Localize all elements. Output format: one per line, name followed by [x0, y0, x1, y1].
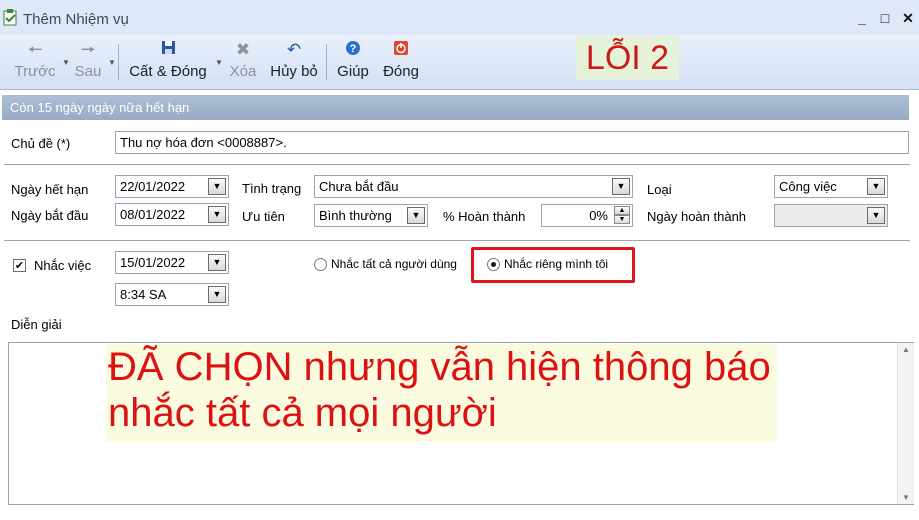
due-date-picker[interactable]: 22/01/2022 ▼ [115, 175, 229, 198]
maximize-icon[interactable]: □ [875, 8, 895, 28]
close-icon[interactable]: ✕ [898, 8, 918, 28]
complete-date-label: Ngày hoàn thành [647, 209, 747, 224]
close-button[interactable]: Đóng [380, 40, 422, 84]
due-date-value: 22/01/2022 [120, 179, 186, 194]
remind-all-label: Nhắc tất cả người dùng [331, 257, 457, 271]
scroll-down-icon[interactable]: ▼ [902, 493, 910, 502]
save-dropdown-icon[interactable]: ▼ [215, 58, 223, 67]
task-app-icon [3, 9, 18, 26]
spin-down-icon[interactable]: ▼ [614, 215, 630, 224]
save-close-button[interactable]: Cất & Đóng [126, 40, 210, 84]
annotation-note: ĐÃ CHỌN nhưng vẫn hiện thông báo nhắc tấ… [106, 344, 777, 442]
type-select[interactable]: Công việc ▼ [774, 175, 888, 198]
next-button[interactable]: 🠖 Sau [73, 40, 103, 84]
chevron-down-icon[interactable]: ▼ [208, 286, 226, 303]
cancel-button[interactable]: ↶ Hủy bỏ [268, 40, 320, 84]
spin-up-icon[interactable]: ▲ [614, 206, 630, 215]
reminder-checkbox[interactable]: ✔ [13, 259, 26, 272]
back-dropdown-icon[interactable]: ▼ [62, 58, 70, 67]
subject-input[interactable]: Thu nợ hóa đơn <0008887>. [115, 131, 909, 154]
subject-label: Chủ đề (*) [11, 136, 71, 151]
spinner-arrows[interactable]: ▲ ▼ [614, 206, 630, 225]
divider [4, 240, 910, 241]
reminder-date-picker[interactable]: 15/01/2022 ▼ [115, 251, 229, 274]
save-icon [126, 40, 210, 60]
status-value: Chưa bắt đầu [319, 179, 399, 194]
due-date-label: Ngày hết hạn [11, 182, 89, 197]
chevron-down-icon[interactable]: ▼ [208, 206, 226, 223]
chevron-down-icon[interactable]: ▼ [867, 178, 885, 195]
power-icon [380, 40, 422, 60]
priority-value: Bình thường [319, 208, 392, 223]
description-label: Diễn giải [11, 317, 62, 332]
arrow-left-icon: 🠔 [27, 40, 43, 59]
delete-x-icon: ✖ [235, 40, 251, 59]
complete-date-picker[interactable]: ▼ [774, 204, 888, 227]
help-icon: ? [334, 40, 372, 60]
chevron-down-icon[interactable]: ▼ [208, 178, 226, 195]
window-title: Thêm Nhiệm vụ [23, 11, 129, 28]
chevron-down-icon[interactable]: ▼ [407, 207, 425, 224]
reminder-label: Nhắc việc [34, 258, 92, 273]
chevron-down-icon[interactable]: ▼ [867, 207, 885, 224]
back-button[interactable]: 🠔 Trước [14, 40, 56, 84]
type-value: Công việc [779, 179, 837, 194]
next-dropdown-icon[interactable]: ▼ [108, 58, 116, 67]
divider [4, 164, 910, 165]
chevron-down-icon[interactable]: ▼ [208, 254, 226, 271]
status-label: Tình trạng [242, 181, 302, 196]
arrow-right-icon: 🠖 [80, 40, 96, 59]
help-button[interactable]: ? Giúp [334, 40, 372, 84]
priority-select[interactable]: Bình thường ▼ [314, 204, 428, 227]
toolbar-separator [118, 44, 119, 80]
reminder-date-value: 15/01/2022 [120, 255, 186, 270]
due-status-strip: Còn 15 ngày ngày nữa hết hạn [2, 95, 909, 120]
highlight-box [471, 247, 635, 283]
delete-button[interactable]: ✖ Xóa [227, 40, 259, 84]
chevron-down-icon[interactable]: ▼ [612, 178, 630, 195]
reminder-time-picker[interactable]: 8:34 SA ▼ [115, 283, 229, 306]
percent-label: % Hoàn thành [443, 209, 526, 224]
start-date-label: Ngày bắt đầu [11, 208, 89, 223]
percent-spinner[interactable]: 0% ▲ ▼ [541, 204, 633, 227]
scroll-up-icon[interactable]: ▲ [902, 345, 910, 354]
minimize-icon[interactable]: _ [852, 8, 872, 28]
toolbar-separator [326, 44, 327, 80]
status-select[interactable]: Chưa bắt đầu ▼ [314, 175, 633, 198]
start-date-picker[interactable]: 08/01/2022 ▼ [115, 203, 229, 226]
title-bar [0, 0, 919, 35]
type-label: Loại [647, 182, 672, 197]
reminder-time-value: 8:34 SA [120, 287, 167, 302]
svg-text:?: ? [350, 43, 357, 55]
description-scrollbar[interactable]: ▲ ▼ [897, 343, 914, 504]
error-tag: LỖI 2 [576, 36, 679, 80]
remind-all-radio[interactable] [314, 258, 327, 271]
percent-value: 0% [589, 208, 608, 223]
start-date-value: 08/01/2022 [120, 207, 186, 222]
priority-label: Ưu tiên [242, 209, 285, 224]
undo-icon: ↶ [286, 40, 302, 59]
